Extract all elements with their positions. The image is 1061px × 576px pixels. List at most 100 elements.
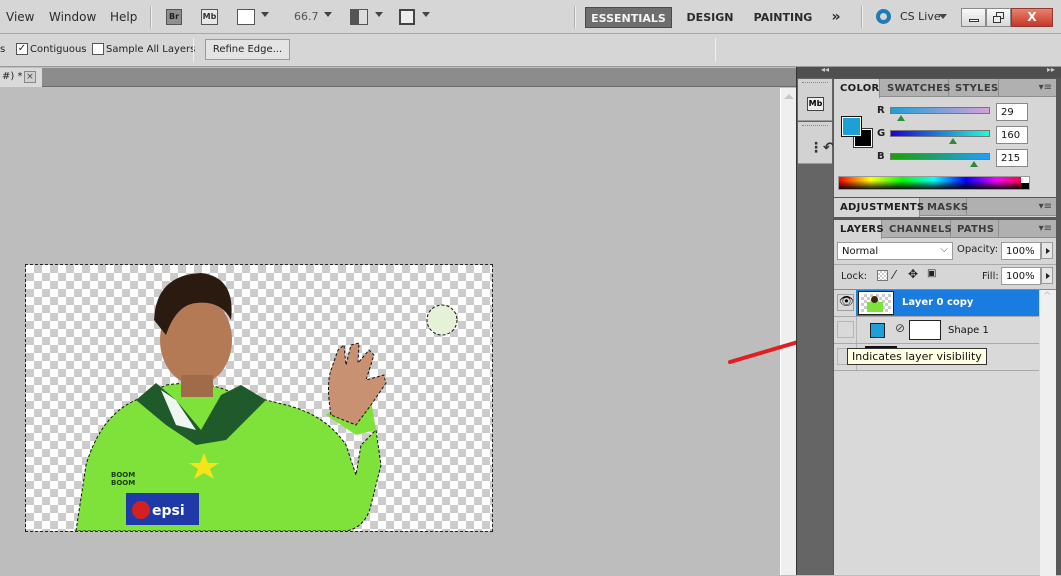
panel-menu-icon[interactable]: ▾≡ xyxy=(1039,82,1052,93)
minimize-button[interactable] xyxy=(961,8,986,27)
panel-dock-strip: ◂◂ Mb ⋮↶ xyxy=(796,65,835,575)
dock-collapse-bar[interactable]: ◂◂ xyxy=(797,65,834,78)
red-slider[interactable] xyxy=(890,107,990,114)
view-extras-icon[interactable] xyxy=(237,9,255,25)
opacity-input[interactable]: 100% xyxy=(1001,242,1041,260)
restore-button[interactable] xyxy=(986,8,1011,27)
chevron-down-icon[interactable] xyxy=(422,12,430,17)
history-icon: ⋮↶ xyxy=(809,140,835,156)
chevron-down-icon[interactable] xyxy=(939,14,947,19)
color-spectrum-ramp[interactable] xyxy=(838,176,1030,190)
divider xyxy=(715,38,716,62)
red-slider-thumb[interactable] xyxy=(897,115,906,121)
menu-help[interactable]: Help xyxy=(110,10,137,24)
layer-list: ^ 👁 Layer 0 copy ⊘ Shape 1 xyxy=(834,289,1056,576)
blue-slider-thumb[interactable] xyxy=(970,161,979,167)
close-tab-icon[interactable]: × xyxy=(24,71,36,83)
partial-option-label: s xyxy=(0,44,6,55)
expand-icon[interactable]: ▸▸ xyxy=(1047,65,1055,74)
layer-row[interactable]: ⊘ Shape 1 xyxy=(834,317,1039,344)
panel-menu-icon[interactable]: ▾≡ xyxy=(1039,223,1052,234)
zoom-level[interactable]: 66.7 xyxy=(294,10,319,23)
menu-window[interactable]: Window xyxy=(49,10,96,24)
sample-all-layers-checkbox[interactable] xyxy=(92,43,104,55)
red-value-input[interactable]: 29 xyxy=(996,103,1028,121)
tab-adjustments[interactable]: ADJUSTMENTS xyxy=(834,198,924,217)
opacity-slider-button[interactable] xyxy=(1041,242,1053,259)
document-tab[interactable]: #) * × xyxy=(0,68,42,87)
layer-name[interactable]: Layer 0 copy xyxy=(902,297,973,308)
contiguous-label: Contiguous xyxy=(30,44,87,55)
blend-mode-select[interactable]: Normal ⌵ xyxy=(837,242,953,260)
panels-header-bar: ▸▸ xyxy=(833,65,1061,78)
refine-edge-button[interactable]: Refine Edge... xyxy=(205,39,290,60)
panel-menu-icon[interactable]: ▾≡ xyxy=(1039,201,1052,212)
green-value-input[interactable]: 160 xyxy=(996,126,1028,144)
blue-value-input[interactable]: 215 xyxy=(996,149,1028,167)
link-icon[interactable]: ⊘ xyxy=(895,321,905,335)
tab-styles[interactable]: STYLES xyxy=(949,79,999,97)
adjustments-panel: ADJUSTMENTS MASKS ▾≡ xyxy=(834,198,1056,217)
close-button[interactable]: X xyxy=(1011,8,1053,27)
mini-bridge-icon[interactable]: Mb xyxy=(201,9,218,25)
tab-masks[interactable]: MASKS xyxy=(921,198,968,216)
fill-input[interactable]: 100% xyxy=(1001,267,1041,285)
cs-live-button[interactable]: CS Live xyxy=(900,10,941,23)
arrange-documents-icon[interactable] xyxy=(350,9,368,25)
green-slider-thumb[interactable] xyxy=(948,138,957,144)
more-workspaces-button[interactable]: » xyxy=(828,7,844,28)
contiguous-checkbox[interactable]: ✓ xyxy=(16,43,28,55)
cs-live-icon xyxy=(876,9,891,24)
fill-label: Fill: xyxy=(982,271,999,282)
tab-layers[interactable]: LAYERS xyxy=(834,220,884,239)
scroll-up-icon[interactable] xyxy=(784,94,794,99)
screen-mode-icon[interactable] xyxy=(399,9,415,25)
sponsor-text: epsi xyxy=(152,503,185,519)
lock-transparency-icon[interactable] xyxy=(877,270,888,281)
lock-all-icon[interactable]: ▣ xyxy=(927,268,936,279)
chevron-down-icon[interactable] xyxy=(261,12,269,17)
color-panel: COLOR SWATCHES STYLES ▾≡ R 29 G 160 B 21… xyxy=(834,79,1056,197)
workspace-painting[interactable]: PAINTING xyxy=(750,7,816,28)
lock-position-icon[interactable]: ✥ xyxy=(908,267,918,281)
tab-color[interactable]: COLOR xyxy=(834,79,880,98)
collapse-icon[interactable]: ◂◂ xyxy=(821,65,829,74)
tab-paths[interactable]: PATHS xyxy=(951,220,999,238)
workspace-design[interactable]: DESIGN xyxy=(682,7,738,28)
document-canvas[interactable]: epsi BOOM BOOM xyxy=(25,264,493,532)
tab-swatches[interactable]: SWATCHES xyxy=(881,79,950,97)
history-dock-button[interactable]: ⋮↶ xyxy=(798,122,835,164)
chevron-down-icon[interactable] xyxy=(324,12,332,17)
visibility-toggle[interactable] xyxy=(837,321,854,338)
foreground-color-swatch[interactable] xyxy=(841,116,862,137)
svg-text:BOOM: BOOM xyxy=(111,479,135,487)
panels-column: ▸▸ COLOR SWATCHES STYLES ▾≡ R 29 G 160 B… xyxy=(833,65,1061,576)
minimize-icon xyxy=(969,19,979,22)
divider xyxy=(150,6,152,28)
layer-thumbnail xyxy=(858,291,894,315)
green-slider[interactable] xyxy=(890,130,990,137)
divider xyxy=(193,38,194,62)
visibility-toggle[interactable]: 👁 xyxy=(837,294,854,311)
scroll-up-icon[interactable]: ^ xyxy=(1043,291,1051,302)
bridge-icon[interactable]: Br xyxy=(166,9,182,25)
workspace-essentials[interactable]: ESSENTIALS xyxy=(585,7,672,28)
menu-view[interactable]: View xyxy=(6,10,34,24)
mini-bridge-dock-button[interactable]: Mb xyxy=(798,79,832,121)
options-bar: s ✓ Contiguous Sample All Layers Refine … xyxy=(0,34,1061,67)
layer-row[interactable]: 👁 Layer 0 copy xyxy=(834,290,1039,317)
layers-panel: LAYERS CHANNELS PATHS ▾≡ Normal ⌵ Opacit… xyxy=(834,220,1056,576)
blue-slider[interactable] xyxy=(890,153,990,160)
chevron-down-icon[interactable] xyxy=(375,12,383,17)
layer-name[interactable]: Shape 1 xyxy=(948,325,989,336)
red-label: R xyxy=(877,105,885,116)
fill-slider-button[interactable] xyxy=(1041,267,1053,284)
blend-mode-value: Normal xyxy=(842,246,879,257)
tab-channels[interactable]: CHANNELS xyxy=(883,220,952,238)
layer-list-scrollbar[interactable]: ^ xyxy=(1040,290,1056,576)
lock-paint-icon[interactable]: ⁄ xyxy=(893,268,895,282)
close-icon: X xyxy=(1027,10,1037,24)
opacity-label: Opacity: xyxy=(957,244,999,255)
layers-panel-tabs: LAYERS CHANNELS PATHS ▾≡ xyxy=(834,220,1056,239)
mini-bridge-icon: Mb xyxy=(807,97,824,111)
